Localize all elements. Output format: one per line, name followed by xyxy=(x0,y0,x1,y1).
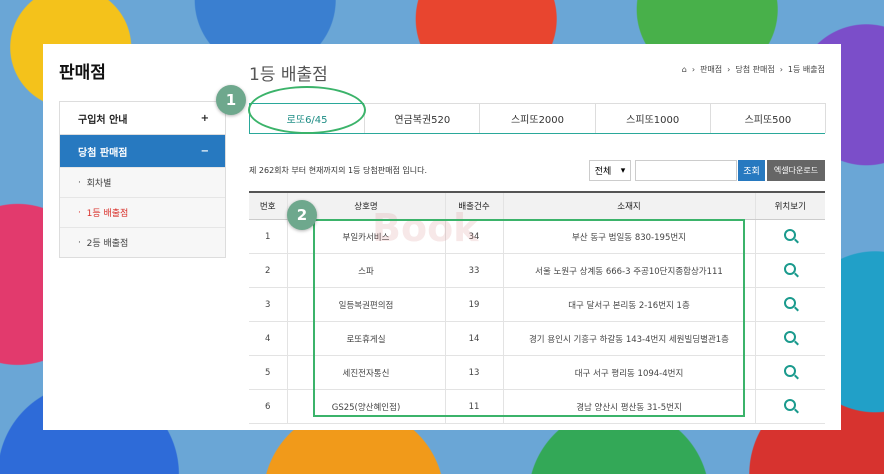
location-cell xyxy=(754,355,825,390)
location-cell xyxy=(754,389,825,424)
sidebar-sub-by-round[interactable]: · 회차별 xyxy=(60,167,225,197)
annotation-badge-1: 1 xyxy=(216,85,246,115)
minus-icon: − xyxy=(200,145,209,157)
location-cell xyxy=(754,287,825,322)
filter-select[interactable]: 전체 ▾ xyxy=(589,160,631,181)
excel-download-button[interactable]: 엑셀다운로드 xyxy=(767,160,825,181)
sidebar-item-winning-stores[interactable]: 당첨 판매점 − xyxy=(60,134,225,167)
location-cell xyxy=(754,219,825,254)
col-header: 소재지 xyxy=(502,191,755,220)
location-cell xyxy=(754,321,825,356)
sidebar-title: 판매점 xyxy=(59,63,106,83)
sub-label: 1등 배출점 xyxy=(86,209,129,219)
table-cell: 5 xyxy=(249,355,287,390)
table-cell: 4 xyxy=(249,321,287,356)
tab-pension520[interactable]: 연금복권520 xyxy=(364,103,481,133)
table-cell: 2 xyxy=(249,253,287,288)
search-icon[interactable] xyxy=(784,365,797,377)
sub-label: 2등 배출점 xyxy=(86,239,129,249)
sidebar-menu: 구입처 안내 + 당첨 판매점 − · 회차별 · 1등 배출점 · 2등 배출점 xyxy=(59,101,226,258)
sidebar-item-label: 구입처 안내 xyxy=(78,114,128,126)
search-icon[interactable] xyxy=(784,229,797,241)
search-icon[interactable] xyxy=(784,297,797,309)
annotation-badge-2: 2 xyxy=(287,200,317,230)
tab-speetto1000[interactable]: 스피또1000 xyxy=(594,103,711,133)
col-header: 번호 xyxy=(249,191,287,220)
search-icon[interactable] xyxy=(784,399,797,411)
tab-speetto2000[interactable]: 스피또2000 xyxy=(479,103,596,133)
highlight-oval xyxy=(248,86,366,134)
home-icon[interactable]: ⌂ xyxy=(682,65,687,74)
sidebar-item-store-guide[interactable]: 구입처 안내 + xyxy=(60,101,225,134)
breadcrumb-item: 1등 배출점 xyxy=(787,65,825,74)
table-cell: 1 xyxy=(249,219,287,254)
caret-down-icon: ▾ xyxy=(620,165,626,176)
search-button[interactable]: 조회 xyxy=(738,160,765,181)
highlight-rect xyxy=(313,219,745,417)
breadcrumb-item[interactable]: 판매점 xyxy=(700,64,722,75)
search-input[interactable] xyxy=(635,160,737,181)
table-cell: 6 xyxy=(249,389,287,424)
search-icon[interactable] xyxy=(784,331,797,343)
table-cell: 3 xyxy=(249,287,287,322)
sub-label: 회차별 xyxy=(86,179,112,189)
info-text: 제 262회차 부터 현재까지의 1등 당첨판매점 입니다. xyxy=(249,166,427,175)
col-header: 위치보기 xyxy=(754,191,825,220)
select-value: 전체 xyxy=(594,167,612,177)
location-cell xyxy=(754,253,825,288)
search-icon[interactable] xyxy=(784,263,797,275)
tab-speetto500[interactable]: 스피또500 xyxy=(709,103,827,133)
breadcrumb-item[interactable]: 당첨 판매점 xyxy=(735,64,774,75)
page-title: 1등 배출점 xyxy=(249,65,328,85)
sidebar-sub-second-prize[interactable]: · 2등 배출점 xyxy=(60,227,225,257)
sidebar-item-label: 당첨 판매점 xyxy=(78,147,128,159)
sidebar-sub-first-prize[interactable]: · 1등 배출점 xyxy=(60,197,225,227)
plus-icon: + xyxy=(200,112,209,124)
breadcrumb: ⌂ › 판매점 › 당첨 판매점 › 1등 배출점 xyxy=(681,64,825,75)
